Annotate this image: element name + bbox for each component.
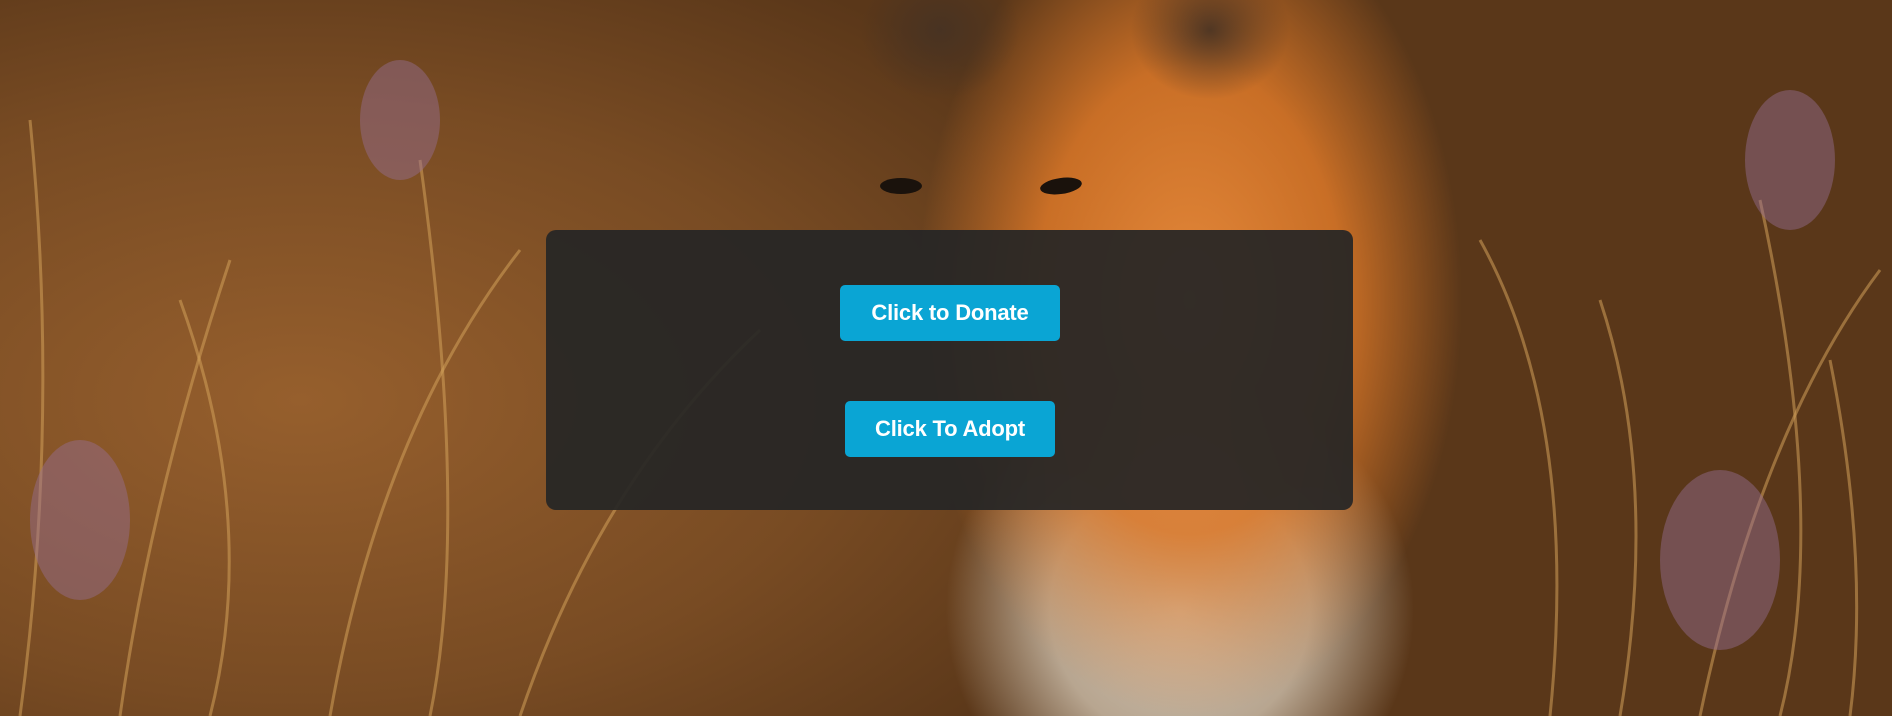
fox-eye-right bbox=[1039, 175, 1083, 197]
adopt-button[interactable]: Click To Adopt bbox=[845, 401, 1055, 457]
action-panel: Click to Donate Click To Adopt bbox=[546, 230, 1353, 510]
background-photo: Click to Donate Click To Adopt bbox=[0, 0, 1892, 716]
fox-eye-left bbox=[880, 178, 922, 194]
fox-ear-right bbox=[1130, 0, 1290, 100]
fox-ear-left bbox=[860, 0, 1020, 100]
donate-button[interactable]: Click to Donate bbox=[840, 285, 1060, 341]
